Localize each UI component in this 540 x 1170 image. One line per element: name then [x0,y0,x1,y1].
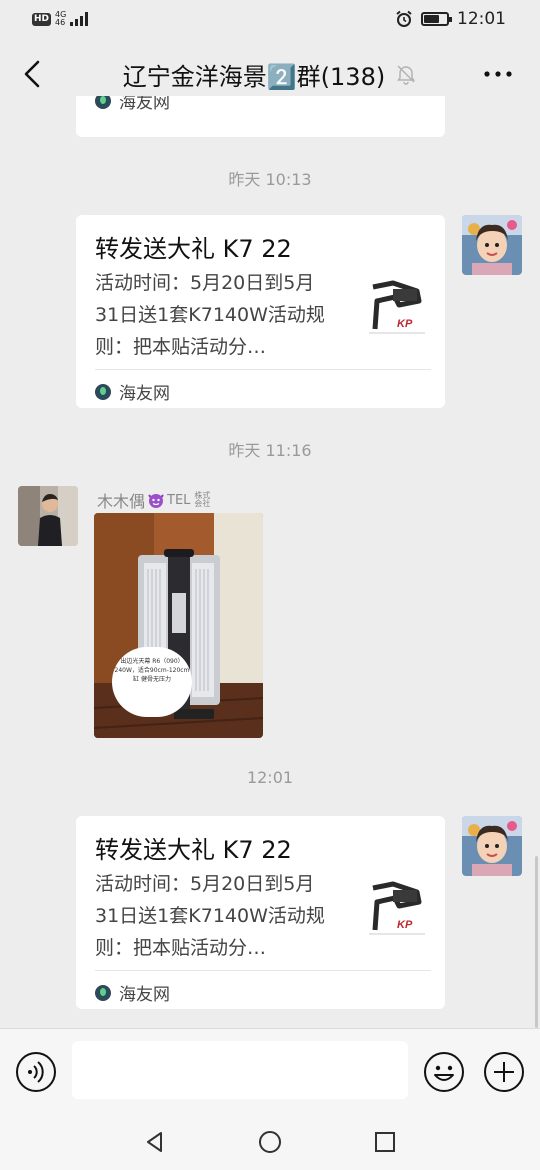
product-thumbnail: KP [359,880,429,946]
system-navigation-bar [0,1114,540,1170]
source-logo-icon [95,383,111,400]
card-description: 活动时间：5月20日到5月31日送1套K7140W活动规则：把本贴活动分… [95,873,325,959]
avatar-self[interactable] [462,816,522,876]
sender-name-text: 木木偶 [97,492,146,511]
avatar-self-image [462,215,522,275]
link-card-partial[interactable]: 海友网 [76,96,445,137]
card-source-label: 海友网 [119,96,170,113]
scrollbar[interactable] [535,856,538,1028]
back-arrow-icon[interactable] [16,56,52,92]
svg-text:KP: KP [397,919,413,931]
voice-icon[interactable] [15,1051,57,1093]
card-source: 海友网 [95,980,170,1005]
sender-tel: TEL [167,492,191,508]
chat-title: 辽宁金洋海景2️⃣群(138) [122,62,386,91]
message-input[interactable] [72,1041,408,1099]
svg-text:KP: KP [397,318,413,330]
signal-icon [70,12,89,26]
source-logo-icon [95,984,111,1001]
devil-emoji-icon [148,494,164,508]
status-time: 12:01 [457,9,506,29]
card-source: 海友网 [95,96,170,113]
image-message[interactable]: 出边光天幕 R6（090）240W，适合90cm-120cm缸 健骨无压力 [94,513,263,738]
timestamp: 12:01 [246,768,294,787]
card-title: 转发送大礼 K7 22 [95,836,292,864]
status-left: HD 4G 46 [32,11,89,27]
status-bar: HD 4G 46 12:01 [0,0,540,38]
link-card[interactable]: 转发送大礼 K7 22 活动时间：5月20日到5月31日送1套K7140W活动规… [76,215,445,408]
system-recent-apps-icon[interactable] [373,1130,397,1154]
link-card[interactable]: 转发送大礼 K7 22 活动时间：5月20日到5月31日送1套K7140W活动规… [76,816,445,1009]
alarm-icon [396,10,412,27]
product-thumbnail: KP [359,279,429,345]
network-sub: 46 [55,18,66,27]
emoji-icon[interactable] [423,1051,465,1093]
timestamp: 昨天 10:13 [228,170,312,189]
hd-badge: HD [32,12,52,26]
photo-caption: 出边光天幕 R6（090）240W，适合90cm-120cm缸 健骨无压力 [112,647,192,717]
avatar-sender-image [18,486,78,546]
card-divider [95,369,431,370]
card-description: 活动时间：5月20日到5月31日送1套K7140W活动规则：把本贴活动分… [95,272,325,358]
battery-fill [424,15,440,23]
input-bar [0,1028,540,1114]
mute-bell-icon [397,65,416,85]
card-source-label: 海友网 [119,384,170,404]
plus-icon[interactable] [483,1051,525,1093]
card-source-label: 海友网 [119,985,170,1005]
sender-tel-small-2: 会社 [194,499,211,508]
card-title: 转发送大礼 K7 22 [95,235,292,263]
timestamp: 昨天 11:16 [228,441,312,460]
avatar-self[interactable] [462,215,522,275]
avatar-sender[interactable] [18,486,78,546]
card-divider [95,970,431,971]
sender-tel-small: 株式 会社 [194,492,210,508]
card-source: 海友网 [95,379,170,404]
avatar-self-image [462,816,522,876]
status-right: 12:01 [395,9,506,29]
sender-name: 木木偶 TEL 株式 会社 [97,488,210,512]
source-logo-icon [95,96,111,109]
chat-title-wrap: 辽宁金洋海景2️⃣群(138) [123,57,417,92]
system-back-icon[interactable] [143,1130,167,1154]
chat-message-list[interactable]: 海友网 昨天 10:13 转发送大礼 K7 22 活动时间：5月20日到5月31… [0,96,540,1028]
system-home-icon[interactable] [258,1130,282,1154]
more-dots-icon[interactable] [482,62,514,86]
battery-icon [421,12,452,26]
network-type: 4G 46 [55,11,66,27]
